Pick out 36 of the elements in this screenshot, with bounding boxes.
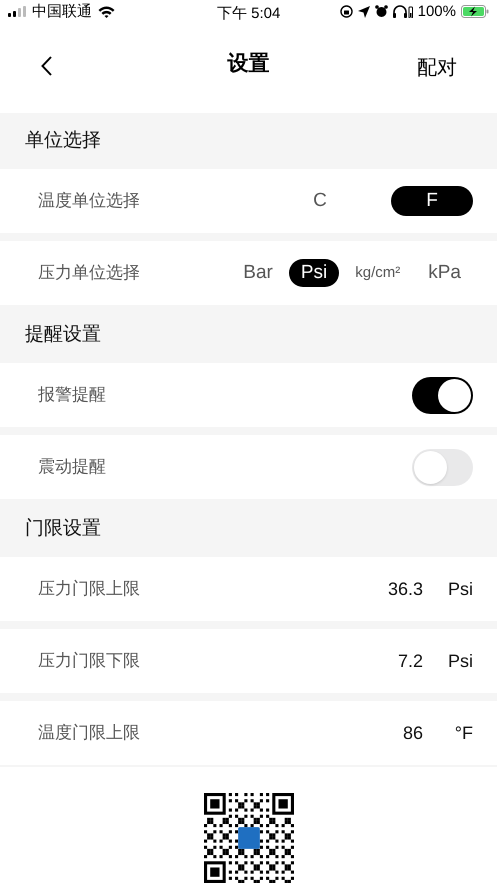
row-label: 报警提醒 [38,384,106,406]
battery-percent: 100% [418,2,456,22]
battery-charging-icon [461,5,489,18]
wifi-icon [98,6,115,18]
section-header: 门限设置 [24,516,102,541]
unit-option[interactable]: Psi [288,259,340,287]
row-label: 压力门限上限 [38,578,140,600]
row-label: 压力门限下限 [38,650,140,672]
rotation-lock-icon [340,5,353,18]
page-title: 设置 [228,50,270,77]
unit-label: °F [454,722,473,744]
back-icon [40,56,52,76]
headphones-icon [392,5,413,18]
row-label: 温度门限上限 [38,722,140,744]
signal-icon [8,6,26,18]
unit-option[interactable]: C [279,186,361,216]
toggle-switch[interactable] [412,448,473,486]
unit-option[interactable]: kPa [416,259,473,287]
threshold-value: 36.3 [388,578,423,600]
row-label: 震动提醒 [38,456,106,478]
threshold-value: 86 [402,722,423,744]
unit-option[interactable]: kg/cm² [343,259,412,287]
section-header: 单位选择 [24,128,102,153]
pair-button[interactable]: 配对 [417,52,457,83]
row-label: 温度单位选择 [38,190,140,212]
toggle-switch[interactable] [412,376,473,414]
row-label: 压力单位选择 [38,262,140,284]
threshold-value: 7.2 [398,650,423,672]
unit-label: Psi [446,650,473,672]
carrier-name: 中国联通 [32,2,92,22]
unit-label: Psi [446,578,473,600]
unit-option[interactable]: F [391,186,473,216]
section-header: 提醒设置 [24,322,102,347]
location-icon [358,6,370,18]
status-time: 下午 5:04 [217,4,280,24]
unit-option[interactable]: Bar [231,259,285,287]
